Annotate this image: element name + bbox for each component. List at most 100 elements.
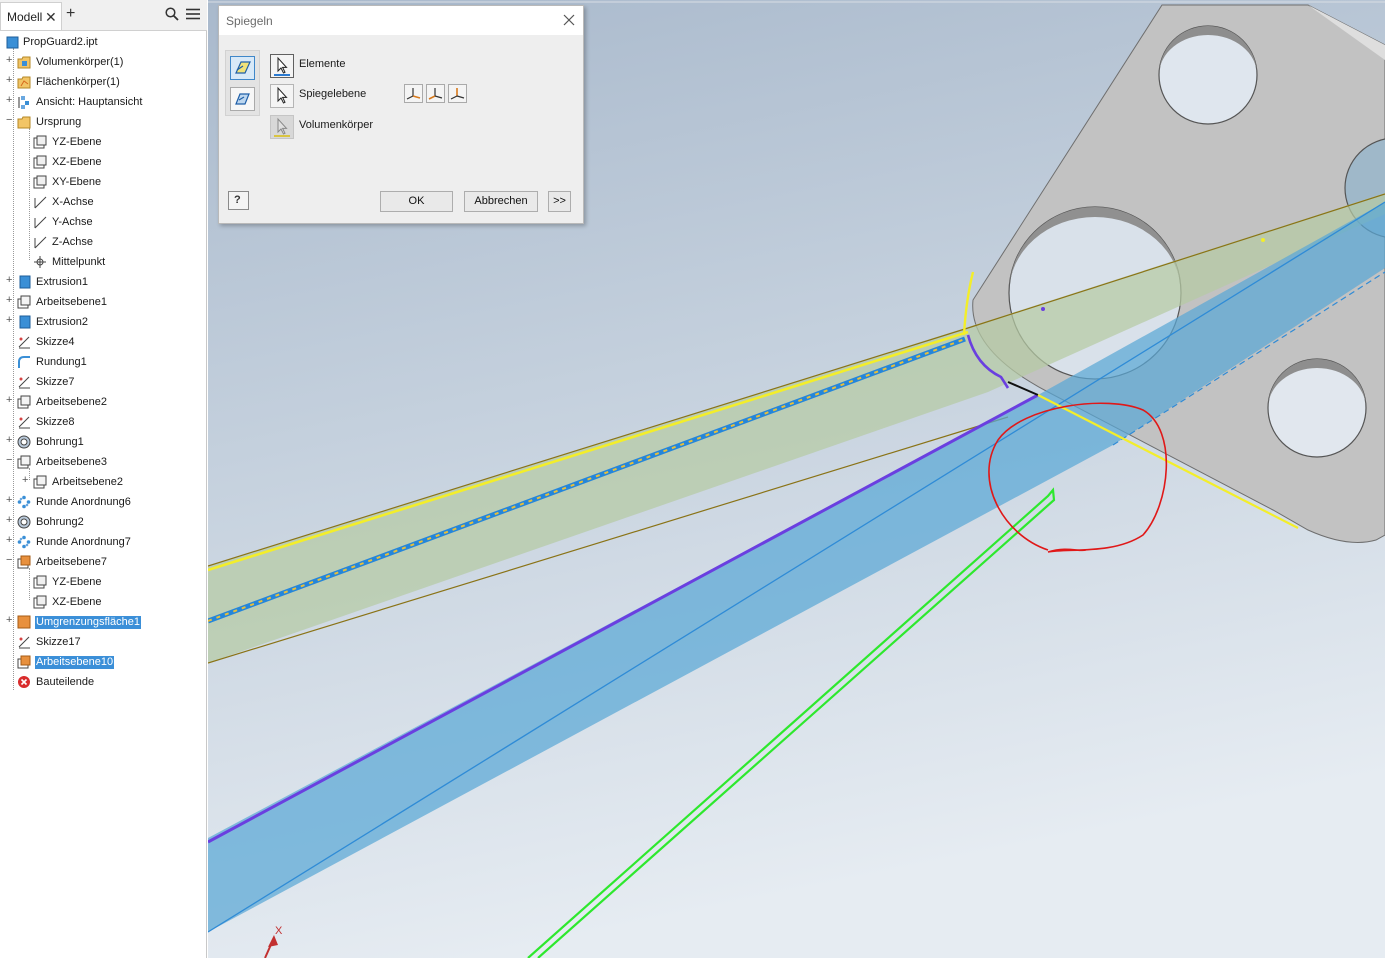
plane-icon xyxy=(33,595,47,609)
tree-node-label: YZ-Ebene xyxy=(52,576,102,588)
tree-node-label: Ansicht: Hauptansicht xyxy=(36,96,143,108)
mirror-plane-label: Spiegelebene xyxy=(299,88,367,100)
tree-node-label: Skizze17 xyxy=(36,636,81,648)
collapse-icon[interactable]: − xyxy=(6,555,15,566)
tree-node-label: Arbeitsebene7 xyxy=(36,556,107,568)
tree-node-label: Arbeitsebene2 xyxy=(36,396,107,408)
origin-axes-icon xyxy=(428,88,443,100)
collapse-icon[interactable]: − xyxy=(6,115,15,126)
mirror-dialog: Spiegeln Elemente Spiegelebene Volumenkö… xyxy=(218,5,584,224)
mirror-mode-group xyxy=(225,50,260,116)
tree-node-label: Arbeitsebene2 xyxy=(52,476,123,488)
tree-node-label: Rundung1 xyxy=(36,356,87,368)
collapse-icon xyxy=(22,596,31,605)
axis-icon xyxy=(34,196,47,209)
help-button[interactable]: ? xyxy=(228,191,249,210)
solids-label: Volumenkörper xyxy=(299,119,373,131)
origin-axes-icon xyxy=(450,88,465,100)
mirror-plane-select-button[interactable] xyxy=(270,84,294,108)
tree-node-label: Arbeitsebene3 xyxy=(36,456,107,468)
expand-icon[interactable]: + xyxy=(6,295,15,306)
collapse-icon[interactable]: − xyxy=(6,455,15,466)
yz-plane-button[interactable] xyxy=(404,84,423,103)
expand-icon[interactable]: + xyxy=(6,55,15,66)
cancel-button[interactable]: Abbrechen xyxy=(464,191,538,212)
elements-select-button[interactable] xyxy=(270,54,294,78)
solids-select-button[interactable] xyxy=(270,115,294,139)
collapse-icon xyxy=(6,676,15,685)
elements-label: Elemente xyxy=(299,58,346,70)
tree-node-label: Y-Achse xyxy=(52,216,93,228)
tab-model[interactable]: Modell ✕ xyxy=(0,2,62,30)
collapse-icon xyxy=(6,416,15,425)
close-icon[interactable] xyxy=(561,12,577,28)
workplane-orange-icon xyxy=(17,655,31,669)
plane-icon xyxy=(33,155,47,169)
solid-bodies-folder-icon xyxy=(17,56,31,69)
workplane-icon xyxy=(17,455,31,469)
xz-plane-button[interactable] xyxy=(426,84,445,103)
plane-icon xyxy=(33,175,47,189)
cursor-arrow-icon xyxy=(274,117,290,137)
collapse-icon xyxy=(22,236,31,245)
tree-node-label: Runde Anordnung6 xyxy=(36,496,131,508)
mirror-solids-button[interactable] xyxy=(230,87,255,111)
center-point-icon xyxy=(34,256,46,268)
tab-model-label: Modell xyxy=(7,10,43,24)
collapse-icon xyxy=(22,136,31,145)
tree-node-label: Z-Achse xyxy=(52,236,93,248)
dialog-titlebar[interactable]: Spiegeln xyxy=(219,6,583,35)
expand-icon[interactable]: + xyxy=(6,395,15,406)
expand-icon[interactable]: + xyxy=(6,515,15,526)
xy-plane-button[interactable] xyxy=(448,84,467,103)
help-label: ? xyxy=(234,194,241,206)
collapse-icon xyxy=(22,216,31,225)
add-tab-icon[interactable]: + xyxy=(66,5,75,23)
mirror-features-button[interactable] xyxy=(230,56,255,80)
tree-node-label: XY-Ebene xyxy=(52,176,102,188)
origin-folder-icon xyxy=(17,116,31,129)
collapse-icon xyxy=(22,196,31,205)
menu-icon[interactable] xyxy=(186,8,200,20)
collapse-icon xyxy=(22,176,31,185)
expand-icon[interactable]: + xyxy=(6,535,15,546)
browser-header: Modell ✕ + xyxy=(0,0,207,31)
fillet-icon xyxy=(18,356,30,368)
expand-icon[interactable]: + xyxy=(6,95,15,106)
close-icon[interactable]: ✕ xyxy=(45,9,57,26)
expand-icon[interactable]: + xyxy=(6,275,15,286)
collapse-icon xyxy=(22,576,31,585)
collapse-icon xyxy=(6,356,15,365)
tree-node-label: X-Achse xyxy=(52,196,94,208)
expand-icon[interactable]: + xyxy=(6,315,15,326)
tree-node-label: Skizze7 xyxy=(36,376,75,388)
expand-icon[interactable]: + xyxy=(6,615,15,626)
workplane-icon xyxy=(17,395,31,409)
circular-pattern-icon xyxy=(17,535,31,549)
expand-icon[interactable]: + xyxy=(6,75,15,86)
more-options-button[interactable]: >> xyxy=(548,191,571,212)
part-icon xyxy=(6,36,19,49)
tree-node-label: Bauteilende xyxy=(36,676,95,688)
workplane-icon xyxy=(33,475,47,489)
expand-icon[interactable]: + xyxy=(6,435,15,446)
tree-node-label: Bohrung1 xyxy=(36,436,84,448)
collapse-icon xyxy=(6,336,15,345)
triad-x-label: X xyxy=(275,925,283,937)
view-rep-icon xyxy=(18,96,29,109)
collapse-icon xyxy=(22,156,31,165)
expand-icon[interactable]: + xyxy=(22,475,31,486)
collapse-icon xyxy=(6,656,15,665)
extrusion-icon xyxy=(19,315,31,329)
tree-node-label: Arbeitsebene10 xyxy=(35,656,115,669)
expand-icon[interactable]: + xyxy=(6,495,15,506)
sketch-icon xyxy=(18,336,30,349)
tree-node-label: Ursprung xyxy=(36,116,82,128)
extrusion-icon xyxy=(19,275,31,289)
search-icon[interactable] xyxy=(165,7,179,21)
sketch-icon xyxy=(18,416,30,429)
cursor-arrow-icon xyxy=(274,56,290,76)
ok-button[interactable]: OK xyxy=(380,191,453,212)
axis-icon xyxy=(34,236,47,249)
tree-node-label: YZ-Ebene xyxy=(52,136,102,148)
